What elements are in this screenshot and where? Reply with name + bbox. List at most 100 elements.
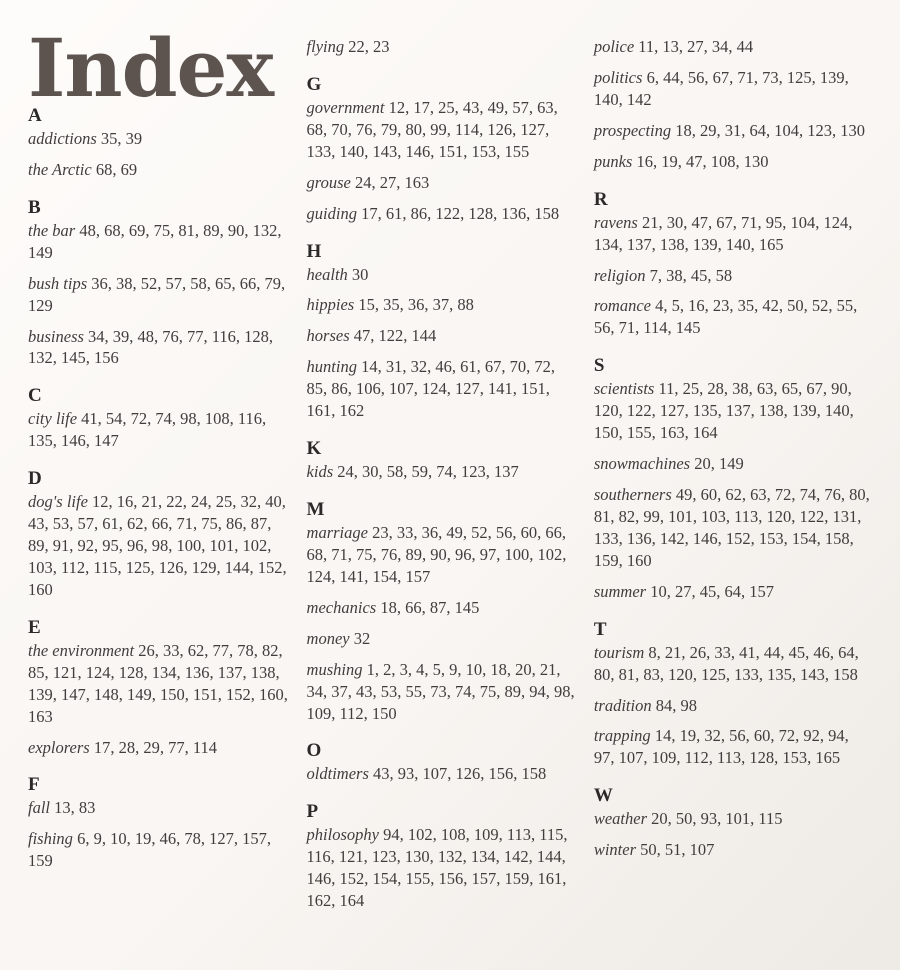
index-entry-term: addictions [28, 128, 97, 148]
index-entry: snowmachines 20, 149 [594, 453, 870, 475]
letter-heading-f: F [28, 774, 40, 796]
index-entry-pages: 16, 19, 47, 108, 130 [632, 151, 769, 171]
index-entry-pages: 68, 69 [91, 159, 138, 179]
letter-heading-p: P [306, 801, 319, 823]
index-entry-term: fall [28, 798, 51, 818]
column-2-top-spacer [307, 18, 578, 36]
index-entry: tradition 84, 98 [594, 695, 870, 717]
index-entry-term: prospecting [593, 120, 672, 140]
index-entry-pages: 24, 30, 58, 59, 74, 123, 137 [333, 462, 519, 482]
index-entry-pages: 24, 27, 163 [350, 172, 430, 192]
index-entry: punks 16, 19, 47, 108, 130 [594, 151, 870, 173]
index-entry-term: summer [593, 581, 647, 601]
index-entry: kids 24, 30, 58, 59, 74, 123, 137 [307, 461, 578, 483]
letter-heading-s: S [593, 355, 605, 377]
index-entry-term: mushing [306, 659, 363, 679]
index-entry: summer 10, 27, 45, 64, 157 [594, 581, 870, 603]
index-column-1: Index Aaddictions 35, 39 the Arctic 68, 6… [14, 18, 307, 881]
index-entry: business 34, 39, 48, 76, 77, 116, 128, 1… [28, 326, 291, 370]
index-entry: bush tips 36, 38, 52, 57, 58, 65, 66, 79… [28, 273, 291, 317]
index-entry: police 11, 13, 27, 34, 44 [594, 36, 870, 58]
index-entry: money 32 [307, 628, 578, 650]
index-entry-term: romance [593, 296, 651, 316]
index-entry-term: guiding [306, 203, 357, 223]
index-entry-term: tradition [593, 695, 652, 715]
index-entry-term: business [28, 326, 84, 346]
index-entry-pages: 17, 28, 29, 77, 114 [89, 737, 217, 757]
column-3-blocks: police 11, 13, 27, 34, 44 politics 6, 44,… [594, 36, 870, 861]
index-entry: addictions 35, 39 [28, 128, 291, 150]
index-entry-pages: 17, 61, 86, 122, 128, 136, 158 [356, 203, 560, 223]
index-entry-pages: 13, 83 [50, 798, 96, 818]
index-entry-term: dog's life [28, 492, 88, 512]
index-entry-term: explorers [28, 737, 90, 757]
column-3-top-spacer [594, 18, 870, 36]
index-entry-term: oldtimers [306, 764, 369, 784]
letter-heading-b: B [28, 196, 41, 218]
index-entry: grouse 24, 27, 163 [307, 172, 578, 194]
index-entry-term: religion [593, 265, 646, 285]
index-entry: the environment 26, 33, 62, 77, 78, 82, … [28, 640, 291, 728]
index-entry-term: marriage [306, 522, 368, 542]
index-entry: weather 20, 50, 93, 101, 115 [594, 808, 870, 830]
index-entry-pages: 10, 27, 45, 64, 157 [646, 581, 774, 601]
index-entry: mushing 1, 2, 3, 4, 5, 9, 10, 18, 20, 21… [307, 659, 578, 725]
index-entry: fishing 6, 9, 10, 19, 46, 78, 127, 157, … [28, 828, 291, 872]
letter-heading-o: O [306, 740, 322, 762]
letter-heading-t: T [593, 618, 607, 640]
index-entry: the Arctic 68, 69 [28, 159, 291, 181]
index-column-2: flying 22, 23 Ggovernment 12, 17, 25, 43,… [307, 18, 594, 921]
index-entry: health 30 [307, 264, 578, 286]
index-entry-pages: 30 [347, 264, 369, 284]
index-entry-pages: 20, 149 [690, 454, 744, 474]
index-entry-term: winter [593, 840, 637, 860]
index-entry: oldtimers 43, 93, 107, 126, 156, 158 [307, 763, 578, 785]
index-entry: southerners 49, 60, 62, 63, 72, 74, 76, … [594, 484, 870, 572]
index-entry-term: grouse [306, 172, 351, 192]
letter-heading-h: H [306, 240, 322, 262]
index-entry: politics 6, 44, 56, 67, 71, 73, 125, 139… [594, 67, 870, 111]
index-columns: Index Aaddictions 35, 39 the Arctic 68, 6… [14, 18, 886, 960]
index-entry-term: philosophy [306, 825, 379, 845]
index-entry-term: punks [593, 151, 633, 171]
index-entry: tourism 8, 21, 26, 33, 41, 44, 45, 46, 6… [594, 642, 870, 686]
index-entry-pages: 7, 38, 45, 58 [645, 265, 733, 285]
index-entry-term: hippies [306, 295, 355, 315]
index-entry: hunting 14, 31, 32, 46, 61, 67, 70, 72, … [307, 356, 578, 422]
letter-heading-g: G [306, 73, 322, 95]
index-entry-term: fishing [28, 829, 73, 849]
index-entry-pages: 18, 29, 31, 64, 104, 123, 130 [671, 120, 866, 140]
index-entry-term: health [306, 264, 348, 284]
index-entry-term: government [306, 97, 385, 117]
index-entry: winter 50, 51, 107 [594, 839, 870, 861]
index-entry-term: hunting [306, 357, 357, 377]
letter-heading-d: D [28, 468, 42, 490]
index-entry-term: flying [306, 37, 345, 56]
index-entry: city life 41, 54, 72, 74, 98, 108, 116, … [28, 408, 291, 452]
index-entry-term: kids [306, 462, 334, 482]
index-entry-term: city life [28, 409, 78, 429]
index-entry: fall 13, 83 [28, 797, 291, 819]
letter-heading-m: M [306, 499, 325, 520]
index-entry-term: trapping [593, 726, 651, 746]
index-column-3: police 11, 13, 27, 34, 44 politics 6, 44,… [594, 18, 886, 870]
index-entry-term: snowmachines [593, 454, 691, 474]
index-entry-pages: 35, 39 [96, 128, 143, 148]
index-entry-pages: 47, 122, 144 [349, 326, 437, 346]
index-entry-pages: 20, 50, 93, 101, 115 [647, 809, 783, 829]
index-entry: prospecting 18, 29, 31, 64, 104, 123, 13… [594, 120, 870, 142]
index-entry: the bar 48, 68, 69, 75, 81, 89, 90, 132,… [28, 220, 291, 264]
index-entry-term: tourism [593, 642, 645, 662]
index-entry: horses 47, 122, 144 [307, 325, 578, 347]
index-entry-term: weather [593, 809, 648, 829]
index-entry-term: politics [593, 67, 643, 87]
index-entry-term: bush tips [28, 273, 88, 293]
index-entry-pages: 84, 98 [651, 695, 697, 715]
letter-heading-r: R [593, 188, 608, 210]
index-entry: scientists 11, 25, 28, 38, 63, 65, 67, 9… [594, 378, 870, 444]
index-entry: guiding 17, 61, 86, 122, 128, 136, 158 [307, 203, 578, 225]
column-2-blocks: flying 22, 23 Ggovernment 12, 17, 25, 43,… [307, 36, 578, 912]
letter-heading-c: C [28, 385, 42, 407]
index-page: Index Aaddictions 35, 39 the Arctic 68, 6… [0, 0, 900, 970]
index-entry: hippies 15, 35, 36, 37, 88 [307, 294, 578, 316]
